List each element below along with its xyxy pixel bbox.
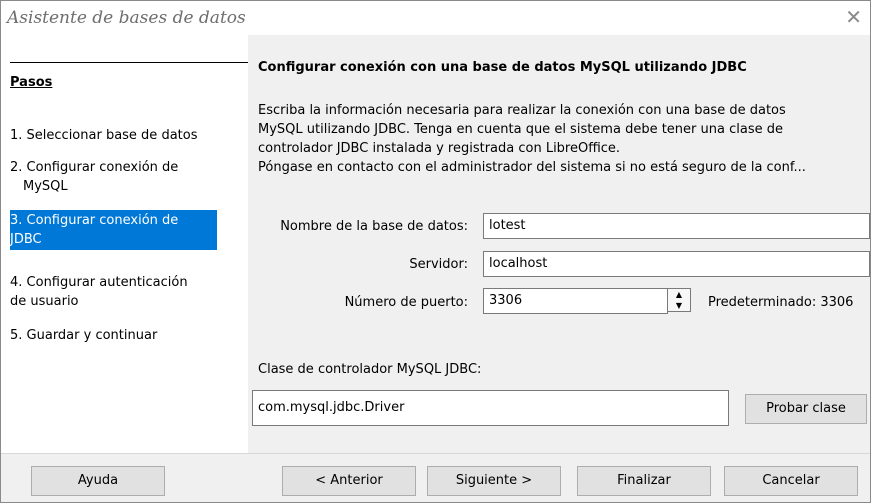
step-label-line2: de usuario xyxy=(10,294,79,309)
port-default-label: Predeterminado: 3306 xyxy=(708,295,854,310)
help-button[interactable]: Ayuda xyxy=(31,466,165,496)
finish-button[interactable]: Finalizar xyxy=(577,466,711,496)
window-title: Asistente de bases de datos xyxy=(7,8,246,28)
steps-header: Pasos xyxy=(10,75,53,90)
description-line: MySQL utilizando JDBC. Tenga en cuenta q… xyxy=(258,122,783,137)
server-input[interactable]: localhost xyxy=(483,251,870,277)
db-name-label: Nombre de la base de datos: xyxy=(280,219,468,234)
steps-divider xyxy=(10,62,248,63)
step-configure-jdbc[interactable]: 3. Configurar conexión de JDBC xyxy=(10,210,217,250)
step-configure-auth[interactable]: 4. Configurar autenticación de usuario xyxy=(10,272,232,312)
description-line: Póngase en contacto con el administrador… xyxy=(258,160,806,175)
step-label-line2: MySQL xyxy=(23,179,68,194)
db-name-input[interactable]: lotest xyxy=(483,213,870,239)
close-icon[interactable]: ✕ xyxy=(845,5,862,29)
step-configure-mysql[interactable]: 2. Configurar conexión de MySQL xyxy=(10,157,232,197)
step-label-line2: JDBC xyxy=(10,232,42,247)
port-input[interactable]: 3306 xyxy=(483,288,668,314)
step-label: 5. Guardar y continuar xyxy=(10,328,158,343)
cancel-button[interactable]: Cancelar xyxy=(724,466,858,496)
spin-up-icon[interactable]: ▲ xyxy=(668,289,690,300)
driver-class-input[interactable]: com.mysql.jdbc.Driver xyxy=(252,390,729,426)
step-label: 3. Configurar conexión de xyxy=(10,213,179,228)
test-class-button[interactable]: Probar clase xyxy=(745,394,867,424)
step-select-database[interactable]: 1. Seleccionar base de datos xyxy=(10,125,232,146)
page-heading: Configurar conexión con una base de dato… xyxy=(258,60,747,75)
step-label: 4. Configurar autenticación xyxy=(10,275,188,290)
description: Escriba la información necesaria para re… xyxy=(258,101,870,177)
port-label: Número de puerto: xyxy=(344,295,468,310)
description-line: controlador JDBC instalada y registrada … xyxy=(258,141,621,156)
step-label: 2. Configurar conexión de xyxy=(10,160,179,175)
next-button[interactable]: Siguiente > xyxy=(427,466,561,496)
database-wizard-window: Asistente de bases de datos ✕ Pasos 1. S… xyxy=(0,0,871,503)
driver-class-label: Clase de controlador MySQL JDBC: xyxy=(258,362,482,377)
step-label: 1. Seleccionar base de datos xyxy=(10,128,198,143)
step-save-continue[interactable]: 5. Guardar y continuar xyxy=(10,325,232,346)
title-bar: Asistente de bases de datos ✕ xyxy=(1,1,870,35)
back-button[interactable]: < Anterior xyxy=(282,466,416,496)
footer-divider xyxy=(1,453,870,454)
description-line: Escriba la información necesaria para re… xyxy=(258,103,786,118)
server-label: Servidor: xyxy=(409,257,468,272)
spin-down-icon[interactable]: ▼ xyxy=(668,300,690,311)
port-spin-button[interactable]: ▲ ▼ xyxy=(667,288,691,312)
